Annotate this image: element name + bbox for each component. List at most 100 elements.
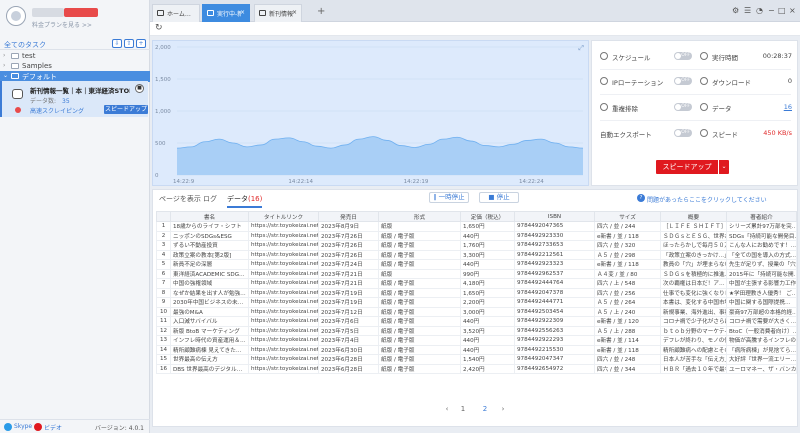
tab-page-view[interactable]: ページを表示 bbox=[159, 194, 201, 204]
table-cell: 16 bbox=[156, 363, 171, 374]
table-cell: 18歳からのライフ・シフト bbox=[170, 221, 249, 232]
import-task-icon[interactable]: ⇩ bbox=[112, 39, 122, 48]
schedule-toggle[interactable]: OFF bbox=[674, 52, 692, 60]
column-header[interactable] bbox=[156, 211, 171, 222]
auto-export-toggle[interactable]: OFF bbox=[674, 129, 692, 137]
task-icon bbox=[207, 10, 214, 16]
table-cell: 世界最高の伝え方 bbox=[170, 354, 249, 365]
table-cell: 次の覇権は日本だ！ア… bbox=[660, 278, 727, 289]
tab-new-books[interactable]: 新刊情報… × bbox=[254, 4, 302, 22]
all-tasks-label[interactable]: 全てのタスク bbox=[4, 40, 46, 50]
skype-link[interactable]: Skype bbox=[14, 423, 32, 430]
table-cell: 物価が高騰するインフレの… bbox=[726, 335, 797, 346]
help-link[interactable]: 問題があったらここをクリックしてください bbox=[647, 195, 767, 204]
table-cell: 中国が主張する影響力工作… bbox=[726, 278, 797, 289]
table-row[interactable]: 15世界最高の伝え方https://str.toyokeizai.net/bo…… bbox=[156, 354, 797, 365]
prev-page-icon[interactable]: ‹ bbox=[441, 404, 453, 414]
table-row[interactable]: 4政策立案の教本[第2版]https://str.toyokeizai.net/… bbox=[156, 249, 797, 260]
table-cell: 先生が足りず、授業の「穴… bbox=[726, 259, 797, 270]
table-row[interactable]: 1 18歳からのライフ・シフト https://str.toyokeizai.net… bbox=[156, 221, 797, 232]
tab-data[interactable]: データ(16) bbox=[227, 194, 263, 208]
add-folder-icon[interactable]: + bbox=[136, 39, 146, 48]
table-cell: 新版 BtoB マーケティング bbox=[170, 325, 249, 336]
close-window-icon[interactable]: × bbox=[789, 6, 796, 15]
table-cell: 2023年6月28日 bbox=[318, 363, 379, 374]
x-tick-label: 14:22:9 bbox=[173, 179, 195, 185]
speed-up-button[interactable]: スピードアップ bbox=[656, 160, 718, 174]
table-cell: 東洋経済ACADEMIC SDG… bbox=[170, 268, 249, 279]
table-row[interactable]: 14 精所顧難病棟 見えてきた… https://str.toyokeizai.ne… bbox=[156, 344, 797, 355]
dedupe-toggle[interactable]: OFF bbox=[674, 103, 692, 111]
new-tab-icon[interactable]: + bbox=[317, 6, 325, 17]
stop-task-icon[interactable]: ■ bbox=[135, 84, 144, 93]
table-cell: 2015年に「持続可能な開… bbox=[726, 268, 797, 279]
table-cell: 2023年8月9日 bbox=[318, 221, 379, 232]
plan-link[interactable]: 料金プランを見る >> bbox=[32, 20, 142, 29]
table-row[interactable]: 11入口減サバイバルhttps://str.toyokeizai.net/bo…… bbox=[156, 316, 797, 327]
task-speed-up-button[interactable]: スピードアップ bbox=[104, 105, 148, 114]
expand-icon[interactable]: ⤢ bbox=[578, 44, 584, 53]
table-cell: 2023年6月30日 bbox=[318, 344, 379, 355]
table-cell: 紙版 / 電子版 bbox=[378, 316, 461, 327]
table-row[interactable]: 16 DBS 世界最高のデジタル… https://str.toyokeizai.n… bbox=[156, 363, 797, 374]
maximize-icon[interactable]: □ bbox=[778, 6, 786, 15]
column-header[interactable]: サイズ bbox=[594, 211, 661, 222]
task-card[interactable]: 新刊情報一覧｜本｜東洋経済STORE-スク… データ数:35 ■ 高速スクレイピ… bbox=[0, 81, 148, 117]
table-cell: 四六 / 並 / 244 bbox=[594, 221, 661, 232]
table-row[interactable]: 2 ニッポンのSDGs&ESG https://str.toyokeizai.net… bbox=[156, 230, 797, 241]
table-cell: 四六 / 並 / 344 bbox=[594, 363, 661, 374]
table-cell: 9784492444771 bbox=[514, 297, 595, 308]
ip-rotation-toggle[interactable]: OFF bbox=[674, 77, 692, 85]
table-row[interactable]: 12 新版 BtoB マーケティング https://str.toyokeizai.… bbox=[156, 325, 797, 336]
notification-icon[interactable]: ◔ bbox=[756, 6, 763, 15]
table-cell: 1,760円 bbox=[460, 240, 515, 251]
refresh-icon[interactable]: ↻ bbox=[155, 23, 163, 33]
column-header[interactable]: 著者紹介 bbox=[726, 211, 797, 222]
table-row[interactable]: 6 東洋経済ACADEMIC SDG… https://str.toyokeizai… bbox=[156, 268, 797, 279]
table-row[interactable]: 13 インフレ時代の資産運用＆… https://str.toyokeizai.ne… bbox=[156, 335, 797, 346]
close-icon[interactable]: × bbox=[240, 9, 245, 16]
speed-up-dropdown[interactable]: ⌄ bbox=[719, 160, 729, 174]
table-cell: https://str.toyokeizai.net/bo… bbox=[248, 268, 319, 279]
table-cell: 1,650円 bbox=[460, 221, 515, 232]
table-cell: 1,650円 bbox=[460, 287, 515, 298]
table-row[interactable]: 7中国の強権領域https://str.toyokeizai.net/bo…20… bbox=[156, 278, 797, 289]
stop-button[interactable]: ■ 停止 bbox=[479, 192, 519, 203]
settings-icon[interactable]: ⚙ bbox=[732, 6, 739, 15]
auto-export-row: 自動エクスポート OFF bbox=[600, 129, 692, 139]
next-page-icon[interactable]: › bbox=[497, 404, 509, 414]
tab-running[interactable]: 実行中-新… × bbox=[202, 4, 250, 22]
table-cell: https://str.toyokeizai.net/bo… bbox=[248, 363, 319, 374]
tab-home[interactable]: ホーム… bbox=[152, 4, 200, 22]
pause-button[interactable]: ‖ 一時停止 bbox=[429, 192, 469, 203]
table-cell: 9784492923323 bbox=[514, 259, 595, 270]
table-cell: 3,300円 bbox=[460, 249, 515, 260]
table-cell: https://str.toyokeizai.net/bo… bbox=[248, 278, 319, 289]
tab-log[interactable]: ログ bbox=[203, 194, 217, 204]
table-row[interactable]: 9 2030年中国ビジネスの未… https://str.toyokeizai.ne… bbox=[156, 297, 797, 308]
column-header[interactable]: 定価（税込） bbox=[460, 211, 515, 222]
column-header[interactable]: 発売日 bbox=[318, 211, 379, 222]
table-cell: 紙版 bbox=[378, 268, 461, 279]
table-cell: 2023年7月26日 bbox=[318, 230, 379, 241]
table-cell: 11 bbox=[156, 316, 171, 327]
menu-icon[interactable]: ☰ bbox=[744, 6, 751, 15]
table-row[interactable]: 10最強のM&Ahttps://str.toyokeizai.net/bo…20… bbox=[156, 306, 797, 317]
data-count-link[interactable]: 16 bbox=[784, 103, 792, 111]
export-task-icon[interactable]: ⇧ bbox=[124, 39, 134, 48]
table-row[interactable]: 3ずるい不動産投資https://str.toyokeizai.net/bo…2… bbox=[156, 240, 797, 251]
page-2[interactable]: 2 bbox=[479, 404, 491, 414]
page-1[interactable]: 1 bbox=[457, 404, 469, 414]
table-cell: 9784492922293 bbox=[514, 335, 595, 346]
table-row[interactable]: 5新員不足の深層https://str.toyokeizai.net/bo…20… bbox=[156, 259, 797, 270]
column-header[interactable]: ISBN bbox=[514, 211, 595, 222]
video-link[interactable]: ビデオ bbox=[44, 423, 62, 432]
minimize-icon[interactable]: − bbox=[768, 6, 775, 15]
table-cell: https://str.toyokeizai.net/bo… bbox=[248, 325, 319, 336]
column-header[interactable]: タイトルリンク bbox=[248, 211, 319, 222]
column-header[interactable]: 概要 bbox=[660, 211, 727, 222]
column-header[interactable]: 形式 bbox=[378, 211, 461, 222]
close-icon[interactable]: × bbox=[292, 9, 297, 16]
table-row[interactable]: 8 なぜか結果を出す人が勉強… https://str.toyokeizai.net… bbox=[156, 287, 797, 298]
column-header[interactable]: 書名 bbox=[170, 211, 249, 222]
